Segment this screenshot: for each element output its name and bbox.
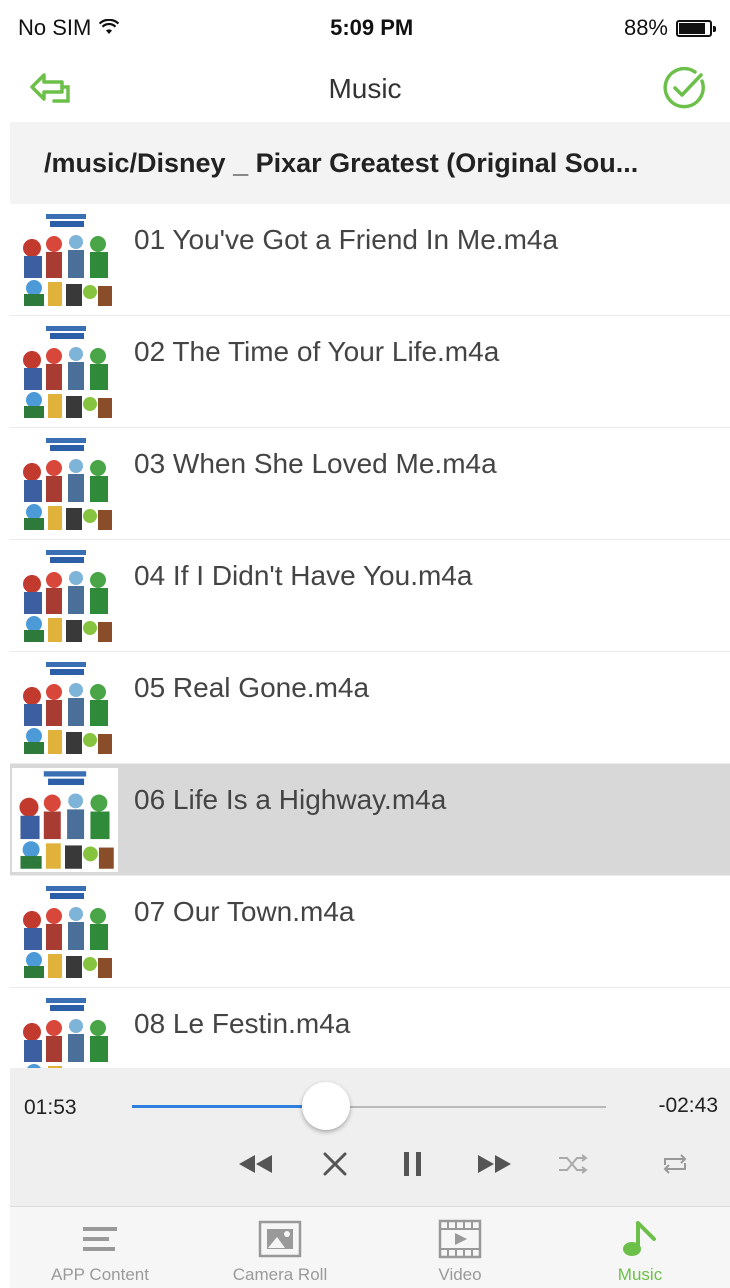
tab-label: Music (617, 1265, 663, 1284)
shuffle-icon[interactable] (548, 1142, 598, 1186)
track-title: 04 If I Didn't Have You.m4a (134, 560, 473, 591)
folder-path: /music/Disney _ Pixar Greatest (Original… (10, 122, 730, 204)
album-cover (16, 548, 116, 644)
audio-player: 01:53 -02:43 (10, 1068, 730, 1206)
progress-slider[interactable] (132, 1082, 606, 1130)
track-row-05[interactable]: 05 Real Gone.m4a (10, 652, 730, 764)
album-cover (16, 436, 116, 532)
track-title: 01 You've Got a Friend In Me.m4a (134, 224, 559, 255)
tab-video[interactable]: Video (370, 1207, 550, 1288)
track-row-04[interactable]: 04 If I Didn't Have You.m4a (10, 540, 730, 652)
album-cover (16, 324, 116, 420)
photo-icon (258, 1217, 302, 1261)
battery-icon (676, 19, 716, 37)
status-right: 88% (623, 15, 716, 41)
music-note-icon (620, 1217, 660, 1261)
track-title: 03 When She Loved Me.m4a (134, 448, 497, 479)
repeat-icon[interactable] (650, 1142, 700, 1186)
tab-camera-roll[interactable]: Camera Roll (190, 1207, 370, 1288)
track-title: 05 Real Gone.m4a (134, 672, 370, 703)
status-bar: No SIM 5:09 PM 88% (0, 0, 730, 56)
progress-thumb[interactable] (302, 1082, 351, 1130)
album-cover (16, 212, 116, 308)
status-left: No SIM (18, 15, 120, 41)
nav-bar: Music (0, 56, 730, 122)
progress-fill (132, 1105, 327, 1108)
close-icon[interactable] (310, 1142, 360, 1186)
film-icon (438, 1217, 482, 1261)
elapsed-time: 01:53 (24, 1096, 77, 1119)
battery-percent: 88% (623, 15, 668, 40)
track-title: 08 Le Festin.m4a (134, 1008, 351, 1039)
wifi-icon (99, 15, 120, 41)
track-title: 06 Life Is a Highway.m4a (134, 784, 447, 815)
rewind-icon[interactable] (230, 1142, 280, 1186)
album-cover (12, 768, 118, 872)
page-title: Music (328, 73, 402, 104)
tab-label: Camera Roll (232, 1265, 328, 1284)
track-row-03[interactable]: 03 When She Loved Me.m4a (10, 428, 730, 540)
track-row-02[interactable]: 02 The Time of Your Life.m4a (10, 316, 730, 428)
track-list: 01 You've Got a Friend In Me.m4a 02 The … (10, 204, 730, 1068)
track-row-07[interactable]: 07 Our Town.m4a (10, 876, 730, 988)
tab-label: APP Content (51, 1265, 149, 1284)
album-cover (16, 660, 116, 756)
track-row-08[interactable]: 08 Le Festin.m4a (10, 988, 730, 1068)
list-icon (81, 1217, 119, 1261)
remaining-time: -02:43 (658, 1094, 718, 1117)
back-arrow-icon[interactable] (26, 64, 76, 114)
album-cover (16, 996, 116, 1068)
carrier-label: No SIM (18, 15, 92, 40)
pause-icon[interactable] (388, 1142, 438, 1186)
tab-bar: APP Content Camera Roll Video Music (10, 1206, 730, 1288)
track-row-01[interactable]: 01 You've Got a Friend In Me.m4a (10, 204, 730, 316)
status-time: 5:09 PM (330, 15, 414, 40)
checkmark-circle-icon[interactable] (658, 62, 710, 114)
fast-forward-icon[interactable] (470, 1142, 520, 1186)
track-row-06[interactable]: 06 Life Is a Highway.m4a (10, 764, 730, 876)
tab-app-content[interactable]: APP Content (10, 1207, 190, 1288)
track-title: 02 The Time of Your Life.m4a (134, 336, 500, 367)
album-cover (16, 884, 116, 980)
tab-music[interactable]: Music (550, 1207, 730, 1288)
tab-label: Video (438, 1265, 482, 1284)
track-title: 07 Our Town.m4a (134, 896, 355, 927)
